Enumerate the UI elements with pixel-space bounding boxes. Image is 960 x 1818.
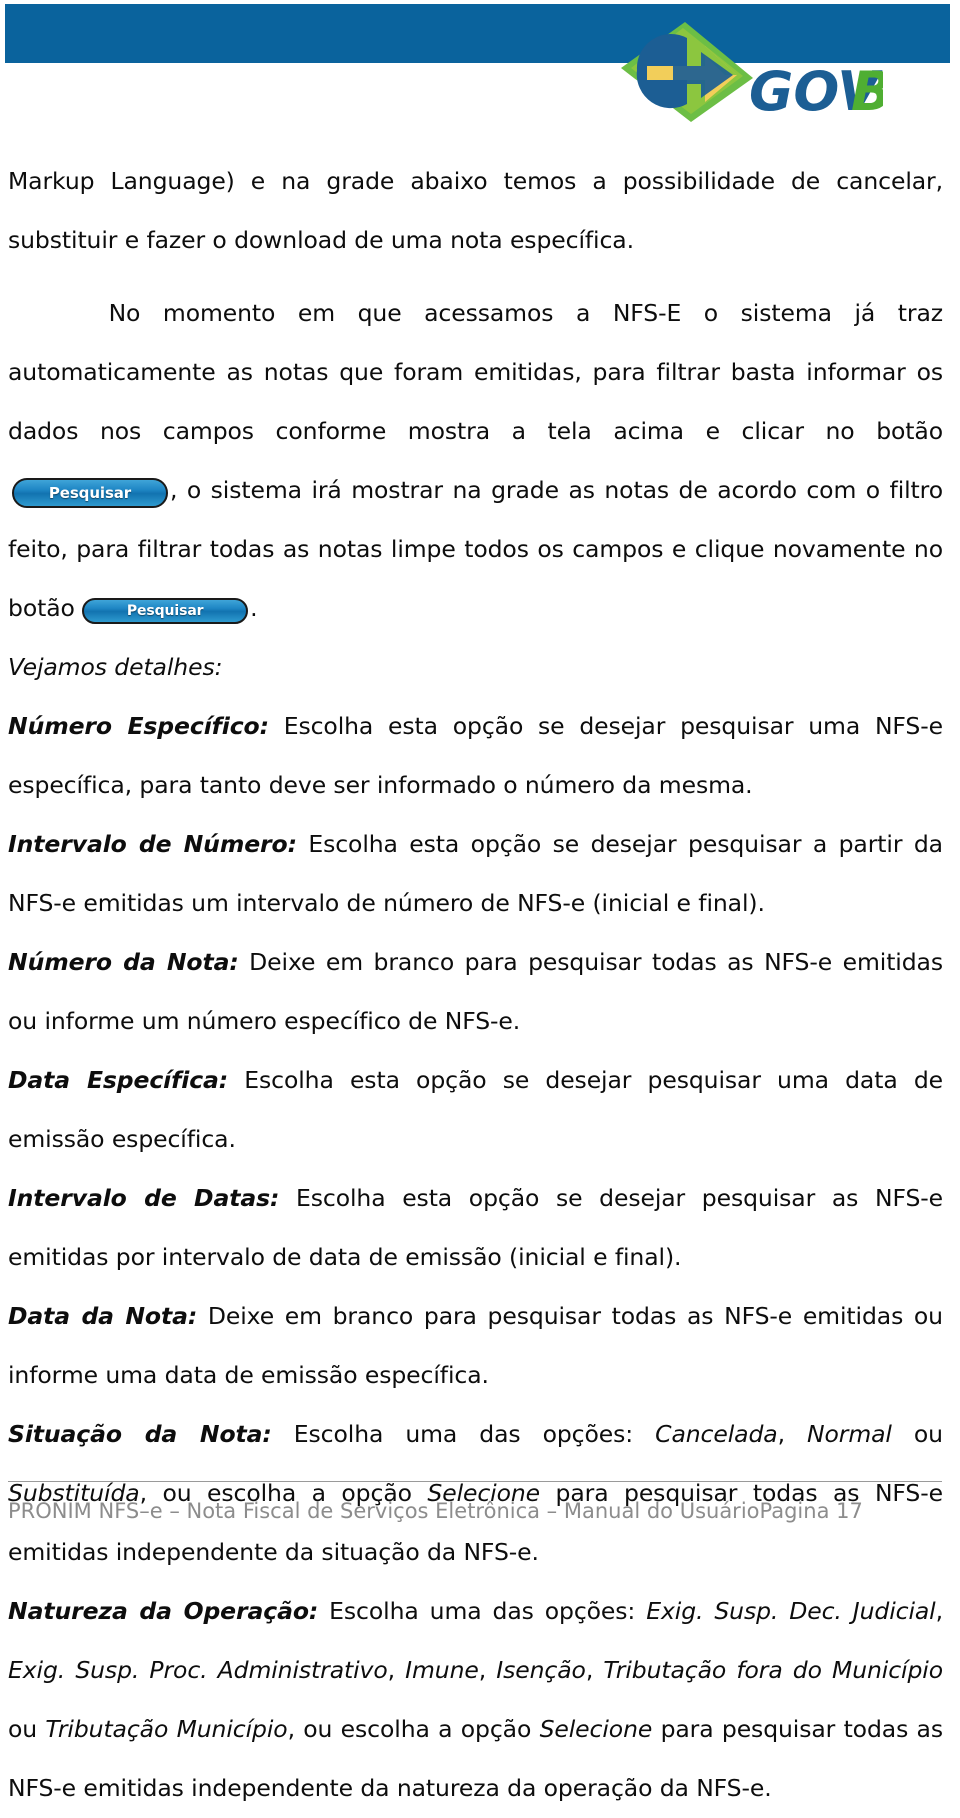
option-tributacao-municipio: Tributação Município	[45, 1715, 288, 1743]
paragraph-pesquisar: No momento em que acessamos a NFS-E o si…	[8, 284, 943, 638]
option-cancelada: Cancelada	[655, 1420, 778, 1448]
separator: ou	[891, 1420, 943, 1448]
definition-term: Natureza da Operação:	[8, 1597, 319, 1625]
option-isencao: Isenção	[496, 1656, 586, 1684]
definition-term: Número da Nota:	[8, 948, 239, 976]
definition-body-seg3: , ou escolha a opção	[287, 1715, 540, 1743]
definition-natureza-da-operacao: Natureza da Operação: Escolha uma das op…	[8, 1582, 943, 1818]
definition-term: Número Específico:	[8, 712, 269, 740]
footer-divider	[8, 1481, 942, 1482]
pesquisar-button-inline-2[interactable]: Pesquisar	[82, 598, 249, 624]
definition-term: Intervalo de Número:	[8, 830, 297, 858]
govbr-logo: GOV BR	[613, 18, 883, 130]
definition-body-seg1: Escolha uma das opções:	[318, 1597, 647, 1625]
footer-document-title: PRONIM NFS–e – Nota Fiscal de Serviços E…	[8, 1499, 760, 1523]
footer-row: PRONIM NFS–e – Nota Fiscal de Serviços E…	[8, 1499, 942, 1523]
option-exig-susp-dec-judicial: Exig. Susp. Dec. Judicial	[646, 1597, 936, 1625]
definition-data-da-nota: Data da Nota: Deixe em branco para pesqu…	[8, 1287, 943, 1405]
definition-intervalo-de-numero: Intervalo de Número: Escolha esta opção …	[8, 815, 943, 933]
separator: ,	[387, 1656, 406, 1684]
definition-body-seg1: Escolha uma das opções:	[271, 1420, 656, 1448]
separator: ,	[935, 1597, 943, 1625]
pesquisar-button-inline-1[interactable]: Pesquisar	[12, 477, 168, 508]
option-exig-susp-proc-administrativo: Exig. Susp. Proc. Administrativo	[8, 1656, 388, 1684]
separator: ,	[478, 1656, 497, 1684]
document-body: Markup Language) e na grade abaixo temos…	[8, 152, 943, 1818]
paragraph-intro-text: Markup Language) e na grade abaixo temos…	[8, 167, 943, 254]
option-normal: Normal	[807, 1420, 892, 1448]
vejamos-detalhes-text: Vejamos detalhes:	[8, 653, 223, 681]
definition-numero-especifico: Número Específico: Escolha esta opção se…	[8, 697, 943, 815]
page-header: GOV BR	[0, 0, 960, 150]
definition-data-especifica: Data Específica: Escolha esta opção se d…	[8, 1051, 943, 1169]
definition-body-seg2: ou	[8, 1715, 46, 1743]
logo-text-br: BR	[851, 60, 883, 123]
separator: ,	[777, 1420, 808, 1448]
footer-page-number: Pagina 17	[759, 1499, 863, 1523]
definition-intervalo-de-datas: Intervalo de Datas: Escolha esta opção s…	[8, 1169, 943, 1287]
definition-term: Intervalo de Datas:	[8, 1184, 280, 1212]
definition-term: Situação da Nota:	[8, 1420, 272, 1448]
definition-numero-da-nota: Número da Nota: Deixe em branco para pes…	[8, 933, 943, 1051]
option-selecione: Selecione	[539, 1715, 653, 1743]
vejamos-detalhes-heading: Vejamos detalhes:	[8, 638, 943, 697]
option-imune: Imune	[405, 1656, 479, 1684]
page-footer: PRONIM NFS–e – Nota Fiscal de Serviços E…	[8, 1481, 942, 1523]
option-tributacao-fora-do-municipio: Tributação fora do Município	[603, 1656, 944, 1684]
separator: ,	[585, 1656, 604, 1684]
paragraph-pesquisar-part1: No momento em que acessamos a NFS-E o si…	[8, 299, 943, 445]
paragraph-intro: Markup Language) e na grade abaixo temos…	[8, 152, 943, 270]
logo-diamond-icon	[621, 22, 753, 122]
paragraph-pesquisar-part3: .	[250, 594, 258, 622]
definition-term: Data da Nota:	[8, 1302, 198, 1330]
definition-term: Data Específica:	[8, 1066, 229, 1094]
